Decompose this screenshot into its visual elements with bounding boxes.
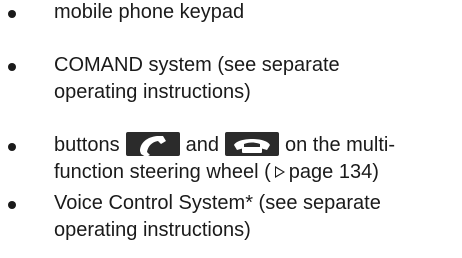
text-line: COMAND system (see separate [54, 54, 340, 76]
text-and: and [185, 134, 219, 156]
text-on-multi: on the multi- [284, 134, 396, 156]
bullet-dot [8, 10, 16, 18]
text-close-paren: ) [372, 161, 379, 183]
document-page: mobile phone keypad COMAND system (see s… [0, 0, 462, 258]
text-function-steering: function steering wheel ( [54, 161, 271, 183]
phone-hangup-icon [224, 132, 279, 156]
text-line: buttons and on the multi- [54, 132, 459, 159]
bullet-dot [8, 201, 16, 209]
page-reference: page 134 [288, 161, 373, 183]
list-item-text: COMAND system (see separate operating in… [54, 52, 459, 106]
text-line: mobile phone keypad [54, 1, 245, 23]
bullet-dot [8, 143, 16, 151]
page-reference-arrow-icon [274, 166, 285, 178]
text-buttons: buttons [54, 134, 120, 156]
text-line: operating instructions) [54, 81, 251, 103]
list-item-text: Voice Control System* (see separate oper… [54, 190, 459, 244]
text-line: operating instructions) [54, 219, 251, 241]
bullet-dot [8, 63, 16, 71]
text-line: Voice Control System* (see separate [54, 192, 381, 214]
list-item-text: buttons and on the multi- function steer… [54, 132, 459, 186]
list-item-text: mobile phone keypad [54, 0, 459, 26]
text-line: function steering wheel ( page 134) [54, 159, 459, 186]
phone-pickup-icon [125, 132, 180, 156]
